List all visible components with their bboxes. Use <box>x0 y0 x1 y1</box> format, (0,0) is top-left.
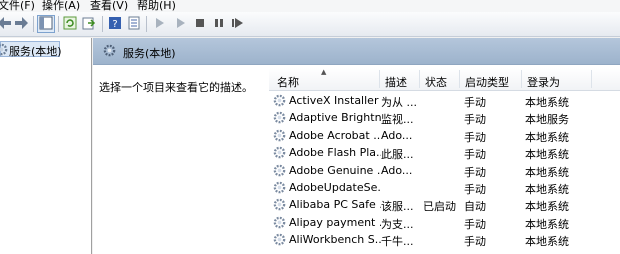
cell-startup-type: 手动 <box>464 130 486 144</box>
console-tree-icon[interactable] <box>37 15 55 33</box>
cell-logon-as: 本地系统 <box>525 130 569 144</box>
arrow-right-icon[interactable] <box>13 16 29 32</box>
gear-icon <box>273 216 286 229</box>
column-divider[interactable] <box>591 70 592 88</box>
table-row[interactable]: ActiveX Installer ...为从 ... 手动 本地系统 <box>269 92 620 109</box>
refresh-icon[interactable] <box>62 16 78 32</box>
table-row[interactable]: Adobe Flash Pla... 此服... 手动 本地系统 <box>269 144 620 161</box>
play-selected-icon[interactable] <box>172 16 188 32</box>
cell-logon-as: 本地服务 <box>525 113 569 127</box>
column-header-description[interactable]: 描述 <box>385 74 407 90</box>
cell-logon-as: 本地系统 <box>525 165 569 179</box>
gear-icon <box>273 94 286 107</box>
table-row[interactable]: Adobe Genuine ... Ado... 手动 本地系统 <box>269 162 620 179</box>
column-header-status[interactable]: 状态 <box>425 74 447 90</box>
gear-icon <box>273 199 286 211</box>
cell-name: Adobe Acrobat ... <box>289 128 381 142</box>
export-icon[interactable] <box>81 16 97 32</box>
cell-description: 此服... <box>381 148 414 162</box>
services-panel: 服务(本地) 选择一个项目来查看它的描述。 ▲ 名称 描述 状态 启动类型 登录… <box>93 38 620 254</box>
cell-description: 千牛... <box>381 235 414 249</box>
cell-name: AliWorkbench S... <box>289 233 381 247</box>
help-icon[interactable]: ? <box>107 16 123 32</box>
cell-name: Alipay payment ... <box>289 215 381 229</box>
sort-ascending-icon: ▲ <box>321 68 327 76</box>
cell-startup-type: 手动 <box>464 165 486 179</box>
toolbar-separator <box>33 16 34 32</box>
gear-icon <box>273 233 286 246</box>
table-row[interactable]: AliWorkbench S... 千牛... 手动 本地系统 <box>269 231 620 248</box>
cell-name: Adobe Flash Pla... <box>289 146 381 160</box>
toolbar-separator <box>102 16 103 32</box>
cell-startup-type: 手动 <box>464 183 486 196</box>
column-header-startup-type[interactable]: 启动类型 <box>465 74 509 90</box>
panel-title: 服务(本地) <box>123 47 176 60</box>
column-divider[interactable] <box>419 70 420 88</box>
table-row[interactable]: Alipay payment ... 为支... 手动 本地系统 <box>269 214 620 231</box>
pause-icon[interactable] <box>211 16 227 32</box>
cell-startup-type: 自动 <box>464 200 486 214</box>
gear-icon <box>273 181 286 194</box>
table-header: ▲ 名称 描述 状态 启动类型 登录为 <box>269 68 620 91</box>
gear-icon <box>0 43 8 56</box>
toolbar: ? <box>0 12 620 37</box>
cell-logon-as: 本地系统 <box>525 200 569 214</box>
console-tree: 服务(本地) <box>0 38 92 254</box>
cell-name: Adaptive Brightn... <box>289 111 381 125</box>
cell-description: 为从 ... <box>381 96 417 109</box>
table-row[interactable]: Adobe Acrobat ... Ado... 手动 本地系统 <box>269 127 620 144</box>
cell-startup-type: 手动 <box>464 148 486 162</box>
cell-description: Ado... <box>381 163 413 177</box>
gear-icon <box>273 129 286 142</box>
cell-logon-as: 本地系统 <box>525 96 569 109</box>
cell-logon-as: 本地系统 <box>525 148 569 162</box>
column-header-logon-as[interactable]: 登录为 <box>527 74 560 90</box>
cell-name: Alibaba PC Safe ... <box>289 198 381 212</box>
cell-logon-as: 本地系统 <box>525 217 569 231</box>
gear-icon <box>273 112 286 124</box>
stop-icon[interactable] <box>192 16 208 32</box>
toolbar-separator <box>58 16 59 32</box>
cell-description: Ado... <box>381 128 413 142</box>
menu-bar: 文件(F) 操作(A) 查看(V) 帮助(H) <box>0 0 620 12</box>
cell-startup-type: 手动 <box>464 235 486 249</box>
table-row[interactable]: Alibaba PC Safe ... 该服... 已启动 自动 本地系统 <box>269 196 620 213</box>
tree-item-label: 服务(本地) <box>9 45 62 58</box>
cell-startup-type: 手动 <box>464 217 486 231</box>
services-table: ▲ 名称 描述 状态 启动类型 登录为 ActiveX Installer ..… <box>269 68 620 254</box>
cell-description: 为支... <box>381 217 414 231</box>
cell-description: 该服... <box>381 200 414 214</box>
table-row[interactable]: Adaptive Brightn...监视... 手动 本地服务 <box>269 109 620 126</box>
gear-icon <box>273 146 286 159</box>
cell-startup-type: 手动 <box>464 113 486 127</box>
toolbar-separator <box>146 16 147 32</box>
svg-text:?: ? <box>112 19 117 30</box>
arrow-left-icon[interactable] <box>0 16 13 32</box>
column-divider[interactable] <box>379 70 380 88</box>
properties-icon[interactable] <box>126 16 142 32</box>
cell-status: 已启动 <box>423 200 456 214</box>
restart-icon[interactable] <box>229 16 245 32</box>
gear-icon <box>273 164 286 176</box>
panel-header: 服务(本地) <box>93 38 620 65</box>
column-header-name[interactable]: 名称 <box>277 74 299 90</box>
column-divider[interactable] <box>459 70 460 88</box>
cell-startup-type: 手动 <box>464 96 486 109</box>
table-row[interactable]: AdobeUpdateSe... 手动 本地系统 <box>269 179 620 196</box>
cell-description: 监视... <box>381 113 414 127</box>
column-divider[interactable] <box>521 70 522 88</box>
cell-name: ActiveX Installer ... <box>289 94 381 107</box>
cell-logon-as: 本地系统 <box>525 235 569 249</box>
cell-name: Adobe Genuine ... <box>289 163 381 177</box>
cell-logon-as: 本地系统 <box>525 183 569 196</box>
gear-icon <box>103 44 116 57</box>
cell-name: AdobeUpdateSe... <box>289 181 381 194</box>
description-text: 选择一个项目来查看它的描述。 <box>99 81 253 94</box>
tree-item-services-local[interactable]: 服务(本地) <box>0 41 62 58</box>
play-icon[interactable] <box>151 16 167 32</box>
